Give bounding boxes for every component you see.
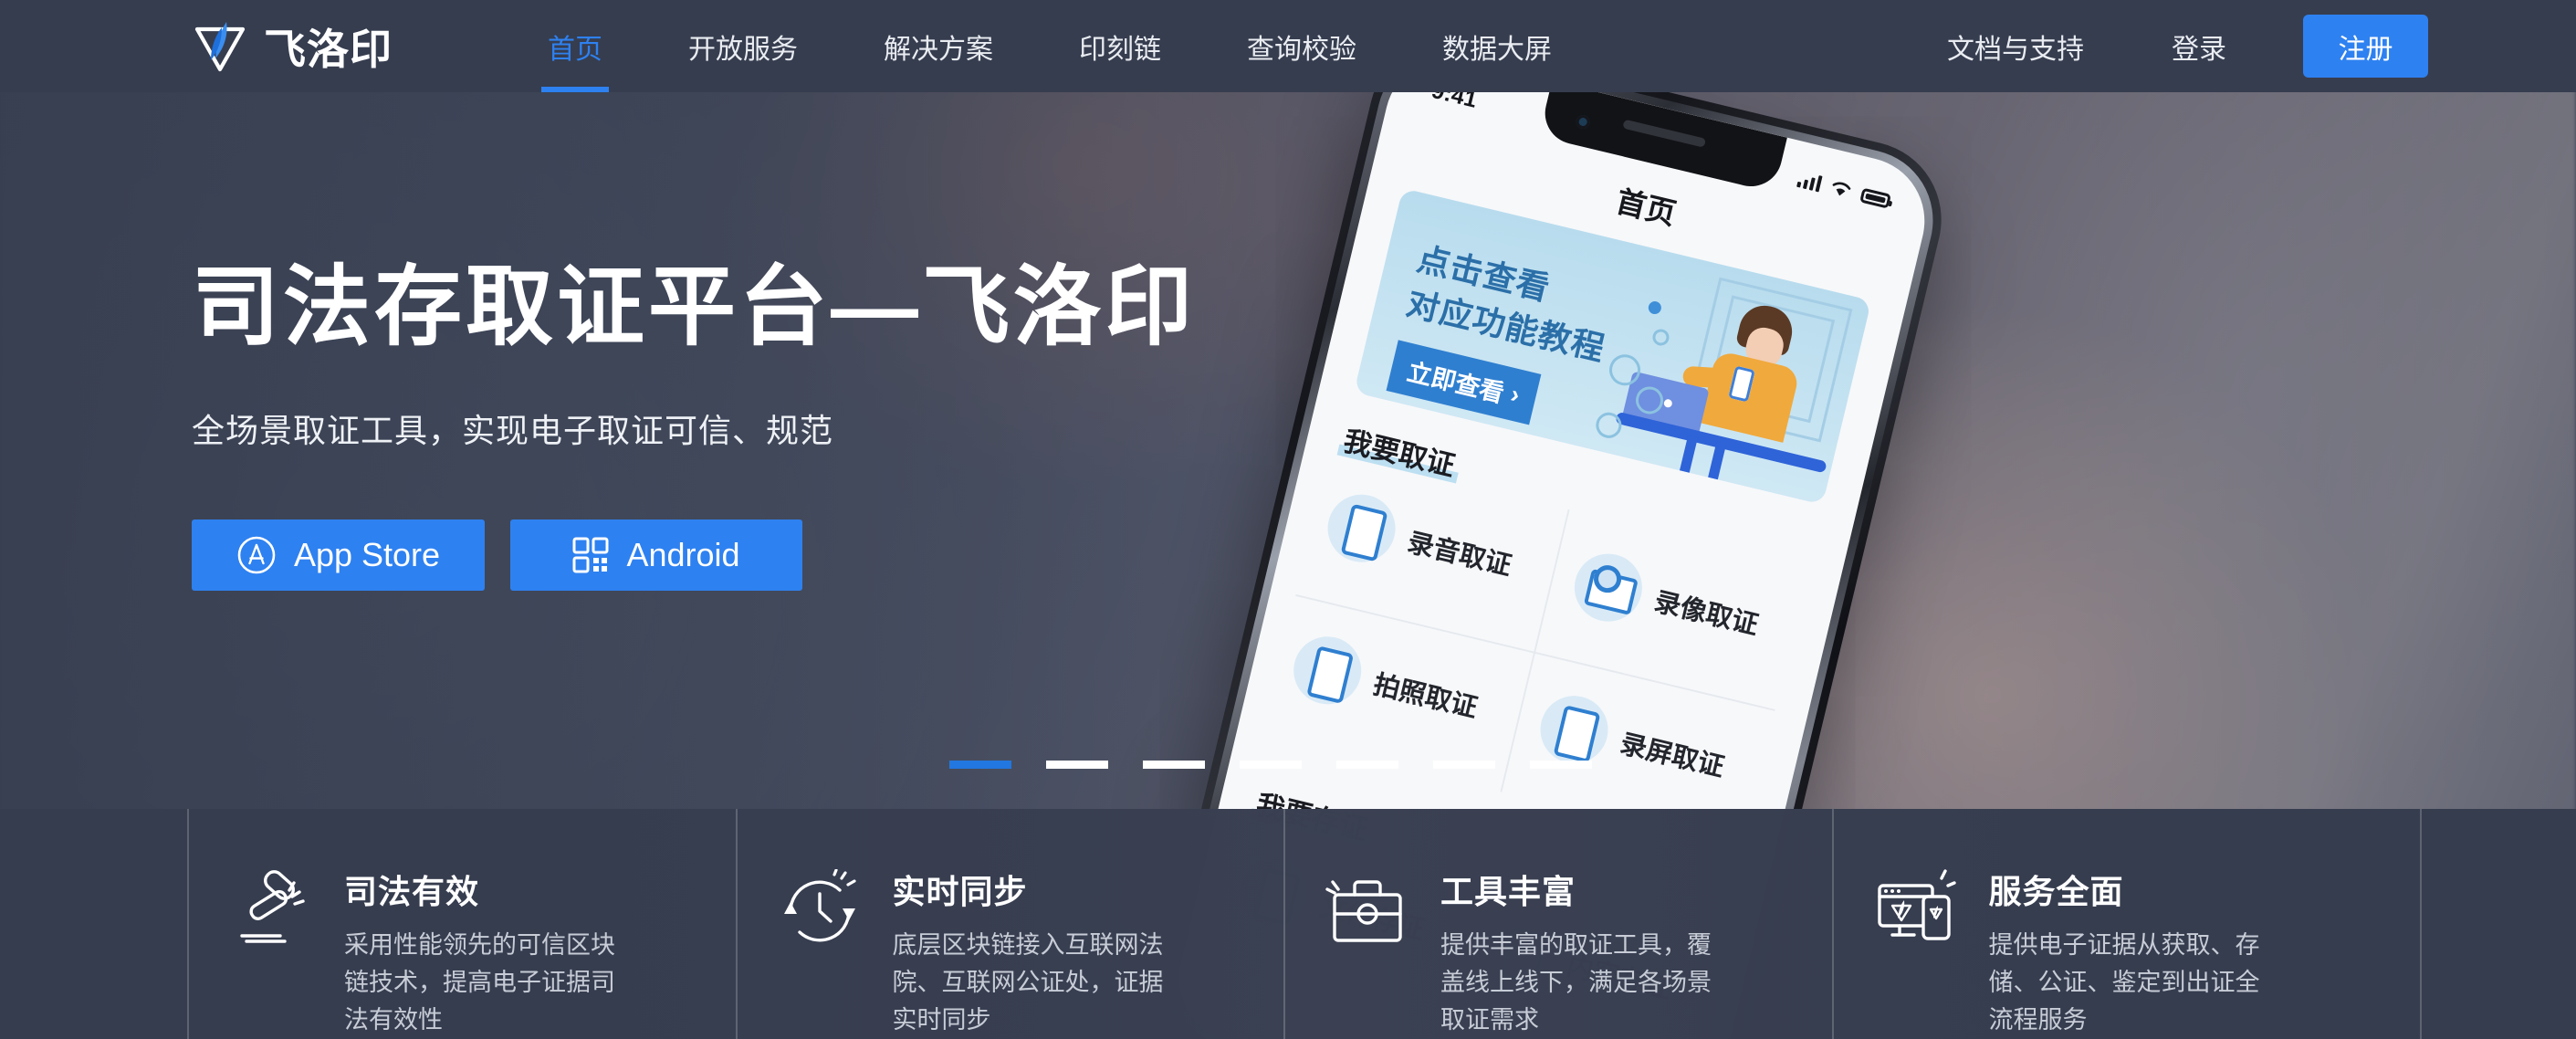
nav-item-home[interactable]: 首页: [505, 0, 645, 92]
hero-subtitle: 全场景取证工具，实现电子取证可信、规范: [192, 411, 834, 449]
feature-card-full-service: 服务全面 提供电子证据从获取、存储、公证、鉴定到出证全流程服务: [1831, 809, 2422, 1039]
app-store-button-label: App Store: [293, 535, 441, 573]
devices-icon: [1874, 869, 1958, 953]
phone-promo-illustration: [1593, 247, 1871, 505]
feature-bar-inner: 司法有效 采用性能领先的可信区块链技术，提高电子证据司法有效性 实时同步 底层区…: [0, 809, 2576, 1039]
app-store-icon: [237, 536, 276, 573]
carousel-dot-1[interactable]: [949, 761, 1011, 769]
nav-label: 数据大屏: [1442, 34, 1552, 65]
app-store-button[interactable]: App Store: [192, 519, 485, 591]
nav-label: 查询校验: [1247, 34, 1356, 65]
feature-text: 实时同步 底层区块链接入互联网法院、互联网公证处，证据实时同步: [893, 866, 1185, 1039]
wifi-icon: [1832, 182, 1851, 195]
phone-tile-label: 拍照取证: [1370, 670, 1481, 724]
hero-download-buttons: App Store Android: [192, 519, 1196, 591]
clock-sync-icon: [778, 869, 862, 953]
feature-bar: 司法有效 采用性能领先的可信区块链技术，提高电子证据司法有效性 实时同步 底层区…: [0, 809, 2576, 1039]
feature-title: 服务全面: [1988, 873, 2124, 910]
feature-desc: 采用性能领先的可信区块链技术，提高电子证据司法有效性: [344, 931, 615, 1034]
nav-label: 首页: [548, 34, 602, 65]
feature-card-realtime-sync: 实时同步 底层区块链接入互联网法院、互联网公证处，证据实时同步: [735, 809, 1284, 1039]
carousel-dot-7[interactable]: [1530, 761, 1592, 769]
phone-status-icons: [1796, 170, 1892, 209]
carousel-dot-2[interactable]: [1046, 761, 1108, 769]
feature-title: 工具丰富: [1440, 873, 1576, 910]
feature-desc: 提供丰富的取证工具，覆盖线上线下，满足各场景取证需求: [1440, 931, 1712, 1034]
phone-promo-button-label: 立即查看: [1404, 358, 1507, 408]
carousel-indicators: [949, 761, 1592, 769]
feature-card-judicial: 司法有效 采用性能领先的可信区块链技术，提高电子证据司法有效性: [187, 809, 736, 1039]
phone-section-heading-0: 我要取证: [1340, 417, 1460, 484]
feiluoyin-logo-icon: [194, 21, 246, 71]
video-record-icon: [1567, 546, 1649, 629]
nav-label: 印刻链: [1079, 34, 1161, 65]
header-actions: 文档与支持 登录 注册: [1903, 15, 2428, 78]
nav-item-verify[interactable]: 查询校验: [1204, 0, 1399, 92]
feature-text: 工具丰富 提供丰富的取证工具，覆盖线上线下，满足各场景取证需求: [1440, 866, 1733, 1039]
toolbox-icon: [1325, 869, 1409, 953]
phone-tile-0[interactable]: 录音取证: [1320, 488, 1520, 597]
feature-card-tools: 工具丰富 提供丰富的取证工具，覆盖线上线下，满足各场景取证需求: [1283, 809, 1832, 1039]
audio-record-icon: [1320, 488, 1403, 570]
android-button[interactable]: Android: [510, 519, 802, 591]
brand-logo[interactable]: 飞洛印: [192, 16, 393, 77]
feature-title: 司法有效: [344, 873, 480, 910]
feature-desc: 提供电子证据从获取、存储、公证、鉴定到出证全流程服务: [1988, 931, 2260, 1034]
nav-label: 开放服务: [688, 34, 798, 65]
phone-tile-1[interactable]: 录像取证: [1567, 546, 1766, 656]
feature-text: 服务全面 提供电子证据从获取、存储、公证、鉴定到出证全流程服务: [1989, 866, 2281, 1039]
carousel-dot-5[interactable]: [1336, 761, 1398, 769]
brand-name: 飞洛印: [264, 25, 393, 73]
feature-title: 实时同步: [892, 873, 1028, 910]
landing-page: 9:41 首页 点击查看 对应功能教程 立即查看 › 我要取证 录音取证 录像取…: [0, 0, 2576, 1039]
gavel-icon: [229, 869, 313, 953]
nav-item-docs-support[interactable]: 文档与支持: [1903, 26, 2128, 67]
nav-label: 解决方案: [884, 34, 993, 65]
main-nav: 首页 开放服务 解决方案 印刻链 查询校验 数据大屏: [505, 0, 1595, 92]
phone-tile-label: 录像取证: [1650, 587, 1762, 641]
hero-title: 司法存取证平台—飞洛印: [192, 258, 1196, 356]
nav-item-dashboard[interactable]: 数据大屏: [1399, 0, 1595, 92]
carousel-dot-3[interactable]: [1143, 761, 1205, 769]
nav-item-open-service[interactable]: 开放服务: [645, 0, 841, 92]
nav-item-solutions[interactable]: 解决方案: [841, 0, 1036, 92]
phone-tile-3[interactable]: 录屏取证: [1533, 688, 1733, 799]
phone-tile-2[interactable]: 拍照取证: [1286, 629, 1486, 740]
photo-capture-icon: [1286, 629, 1368, 711]
qr-code-icon: [572, 537, 609, 573]
phone-tile-label: 录屏取证: [1617, 729, 1727, 783]
battery-icon: [1859, 187, 1892, 209]
chevron-right-icon: ›: [1508, 380, 1523, 409]
nav-item-chain[interactable]: 印刻链: [1036, 0, 1204, 92]
phone-tile-label: 录音取证: [1404, 528, 1514, 582]
login-link[interactable]: 登录: [2128, 26, 2270, 67]
carousel-dot-6[interactable]: [1433, 761, 1495, 769]
feature-text: 司法有效 采用性能领先的可信区块链技术，提高电子证据司法有效性: [344, 866, 636, 1039]
register-button[interactable]: 注册: [2303, 15, 2428, 78]
signal-bars-icon: [1796, 170, 1823, 192]
hero-content: 司法存取证平台—飞洛印 全场景取证工具，实现电子取证可信、规范 App Stor…: [192, 258, 1196, 591]
site-header: 飞洛印 首页 开放服务 解决方案 印刻链 查询校验 数据大屏 文档与支持 登录 …: [0, 0, 2576, 92]
phone-promo-button[interactable]: 立即查看 ›: [1386, 340, 1542, 425]
feature-desc: 底层区块链接入互联网法院、互联网公证处，证据实时同步: [892, 931, 1164, 1034]
screen-record-icon: [1533, 688, 1616, 771]
android-button-label: Android: [626, 535, 740, 573]
carousel-dot-4[interactable]: [1240, 761, 1302, 769]
